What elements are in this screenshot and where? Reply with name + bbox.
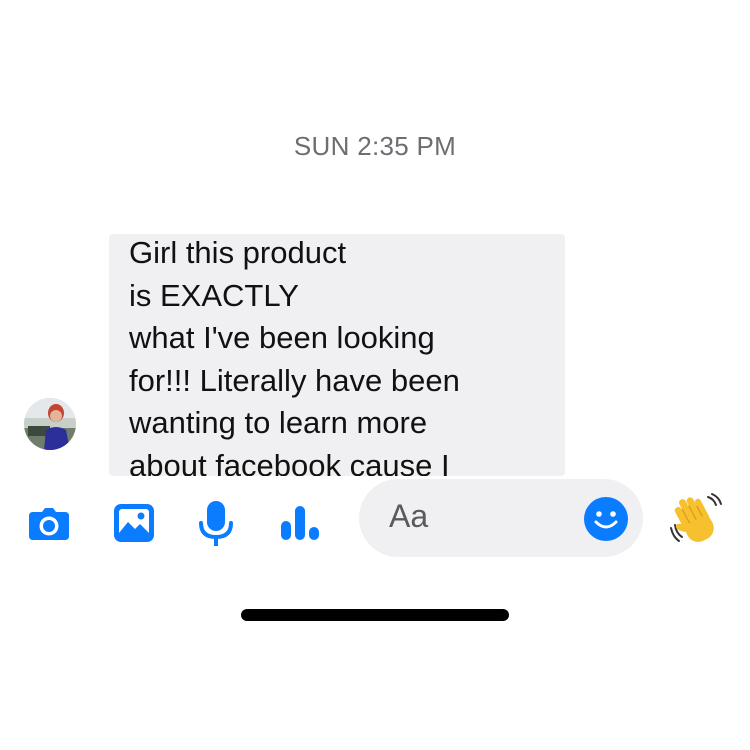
message-input[interactable]: Aa	[359, 479, 643, 557]
chart-icon	[281, 506, 319, 540]
message-line: wanting to learn more	[129, 405, 428, 440]
message-line: about facebook cause I	[129, 447, 450, 477]
message-line: Girl this product	[129, 235, 347, 270]
avatar-photo-icon	[24, 398, 76, 450]
message-input-placeholder: Aa	[389, 498, 429, 534]
message-text: Girl this product is EXACTLY what I've b…	[129, 234, 549, 476]
message-line: is EXACTLY	[129, 277, 299, 313]
home-indicator[interactable]	[241, 609, 509, 621]
message-timestamp: SUN 2:35 PM	[293, 131, 457, 161]
message-line: for!!! Literally have been	[129, 362, 460, 398]
microphone-button[interactable]	[190, 497, 242, 549]
poll-button[interactable]	[274, 497, 326, 549]
camera-icon	[29, 508, 69, 540]
emoji-button[interactable]	[583, 496, 629, 542]
quick-reaction-button[interactable]	[668, 489, 728, 549]
message-line: what I've been looking	[129, 320, 435, 355]
camera-button[interactable]	[23, 497, 75, 549]
sender-avatar[interactable]	[24, 398, 76, 450]
photo-icon	[114, 504, 154, 542]
microphone-icon	[199, 501, 233, 546]
smiley-icon	[584, 497, 628, 541]
waving-hand-icon	[670, 493, 722, 542]
photo-button[interactable]	[108, 497, 160, 549]
message-bubble[interactable]: Girl this product is EXACTLY what I've b…	[109, 234, 565, 476]
